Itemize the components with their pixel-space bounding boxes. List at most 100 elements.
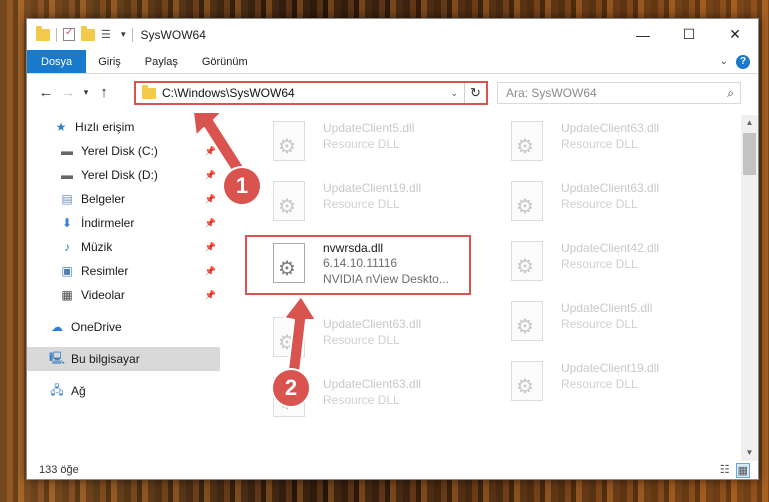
pin-icon[interactable]: 📌	[205, 266, 216, 277]
toolbar-divider	[131, 27, 133, 42]
properties-icon[interactable]	[63, 27, 75, 41]
sidebar-item-videos[interactable]: ▦ Videolar 📌	[27, 283, 220, 307]
file-tile[interactable]: UpdateClient42.dll Resource DLL	[491, 235, 711, 287]
sidebar-item-local-disk-d[interactable]: ▬ Yerel Disk (D:) 📌	[27, 163, 220, 187]
navigation-pane: ★ Hızlı erişim ▬ Yerel Disk (C:) 📌 ▬ Yer…	[27, 115, 220, 461]
tab-home[interactable]: Giriş	[86, 50, 133, 73]
toolbar-divider	[56, 27, 57, 42]
highlight-box	[245, 235, 471, 295]
step-2-badge: 2	[271, 368, 311, 408]
file-tile[interactable]: UpdateClient63.dll Resource DLL	[491, 115, 711, 167]
sidebar-item-label: Yerel Disk (D:)	[81, 168, 158, 182]
close-button[interactable]: ✕	[712, 19, 758, 50]
sidebar-item-downloads[interactable]: ⬇ İndirmeler 📌	[27, 211, 220, 235]
file-description: Resource DLL	[561, 377, 638, 391]
item-count: 133 öğe	[39, 464, 79, 476]
sidebar-item-documents[interactable]: ▤ Belgeler 📌	[27, 187, 220, 211]
maximize-button[interactable]: ☐	[666, 19, 712, 50]
tiles-view-icon[interactable]: ▦	[735, 462, 750, 478]
sidebar-item-label: OneDrive	[71, 320, 122, 334]
file-tile[interactable]: UpdateClient63.dll Resource DLL	[491, 175, 711, 227]
file-tile[interactable]: UpdateClient5.dll Resource DLL	[491, 295, 711, 347]
file-description: Resource DLL	[561, 257, 638, 271]
search-input[interactable]: Ara: SysWOW64 ⌕	[497, 82, 741, 104]
file-tile[interactable]: UpdateClient19.dll Resource DLL	[491, 355, 711, 407]
file-name: UpdateClient5.dll	[561, 301, 653, 315]
file-tile[interactable]: UpdateClient63.dll Resource DLL	[253, 311, 473, 363]
expand-ribbon-chevron-icon[interactable]: ⌄	[720, 56, 728, 67]
file-description: Resource DLL	[323, 393, 400, 407]
dll-file-icon	[511, 301, 543, 341]
sidebar-item-label: Videolar	[81, 288, 125, 302]
file-name: UpdateClient63.dll	[323, 377, 422, 391]
file-tile[interactable]: UpdateClient5.dll Resource DLL	[253, 115, 473, 167]
help-icon[interactable]: ?	[736, 54, 750, 69]
pin-icon[interactable]: 📌	[205, 218, 216, 229]
window-title: SysWOW64	[140, 27, 206, 42]
details-view-icon[interactable]: ☷	[720, 463, 730, 478]
dll-file-icon	[273, 121, 305, 161]
pictures-icon: ▣	[61, 264, 73, 278]
tab-file[interactable]: Dosya	[27, 50, 87, 73]
sidebar-item-label: Yerel Disk (C:)	[81, 144, 158, 158]
file-description: Resource DLL	[561, 137, 638, 151]
folder-icon	[36, 25, 50, 41]
file-name: UpdateClient42.dll	[561, 241, 660, 255]
star-icon: ★	[55, 120, 67, 134]
scrollbar-thumb[interactable]	[743, 133, 756, 175]
dll-file-icon	[511, 181, 543, 221]
tab-share[interactable]: Paylaş	[133, 50, 190, 73]
sidebar-item-onedrive[interactable]: ☁ OneDrive	[27, 315, 220, 339]
tab-view[interactable]: Görünüm	[190, 50, 260, 73]
file-description: Resource DLL	[323, 137, 400, 151]
ribbon-tabs: Dosya Giriş Paylaş Görünüm ⌄ ?	[27, 50, 758, 74]
rename-icon[interactable]: ☰	[101, 29, 115, 41]
pin-icon[interactable]: 📌	[205, 242, 216, 253]
pin-icon[interactable]: 📌	[205, 146, 216, 157]
address-path[interactable]: C:\Windows\SysWOW64	[162, 86, 295, 100]
dll-file-icon	[273, 181, 305, 221]
search-placeholder: Ara: SysWOW64	[506, 86, 597, 100]
sidebar-item-local-disk-c[interactable]: ▬ Yerel Disk (C:) 📌	[27, 139, 220, 163]
sidebar-item-pictures[interactable]: ▣ Resimler 📌	[27, 259, 220, 283]
sidebar-item-music[interactable]: ♪ Müzik 📌	[27, 235, 220, 259]
file-name: UpdateClient63.dll	[561, 121, 660, 135]
up-arrow-icon[interactable]: ↑	[93, 84, 115, 101]
sidebar-item-this-pc[interactable]: 🖳 Bu bilgisayar	[27, 347, 220, 371]
drive-icon: ▬	[61, 144, 73, 158]
file-tile[interactable]: UpdateClient19.dll Resource DLL	[253, 175, 473, 227]
recent-locations-chevron-icon[interactable]: ▾	[79, 87, 93, 98]
quick-access-toolbar: ☰ ▾	[36, 25, 133, 42]
refresh-icon[interactable]: ↻	[464, 83, 486, 103]
customize-toolbar-chevron-icon[interactable]: ▾	[121, 29, 126, 40]
file-name: UpdateClient5.dll	[323, 121, 415, 135]
back-arrow-icon[interactable]: ←	[35, 84, 57, 101]
title-bar: ☰ ▾ SysWOW64 — ☐ ✕	[27, 19, 758, 50]
step-1-badge: 1	[222, 166, 262, 206]
dll-file-icon	[511, 121, 543, 161]
dll-file-icon	[511, 361, 543, 401]
pin-icon[interactable]: 📌	[205, 194, 216, 205]
pin-icon[interactable]: 📌	[205, 290, 216, 301]
address-history-chevron-icon[interactable]: ⌄	[450, 88, 458, 99]
address-bar[interactable]: C:\Windows\SysWOW64 ⌄ ↻	[134, 81, 488, 105]
forward-arrow-icon[interactable]: →	[57, 84, 79, 101]
dll-file-icon	[511, 241, 543, 281]
pin-icon[interactable]: 📌	[205, 170, 216, 181]
sidebar-item-label: Hızlı erişim	[75, 120, 135, 134]
search-icon: ⌕	[727, 85, 734, 100]
file-name: UpdateClient63.dll	[561, 181, 660, 195]
vertical-scrollbar[interactable]: ▲ ▼	[741, 115, 758, 461]
scroll-up-arrow-icon[interactable]: ▲	[741, 115, 758, 131]
sidebar-item-quick-access[interactable]: ★ Hızlı erişim	[27, 115, 220, 139]
sidebar-item-network[interactable]: 🖧 Ağ	[27, 379, 220, 403]
folder-icon	[142, 84, 156, 99]
download-icon: ⬇	[61, 216, 73, 230]
file-name: UpdateClient63.dll	[323, 317, 422, 331]
file-name: UpdateClient19.dll	[561, 361, 660, 375]
file-description: Resource DLL	[561, 317, 638, 331]
network-icon: 🖧	[50, 382, 64, 397]
navigation-bar: ← → ▾ ↑ C:\Windows\SysWOW64 ⌄ ↻ Ara: Sys…	[27, 76, 758, 108]
new-folder-icon[interactable]	[81, 25, 95, 41]
minimize-button[interactable]: —	[620, 19, 666, 50]
